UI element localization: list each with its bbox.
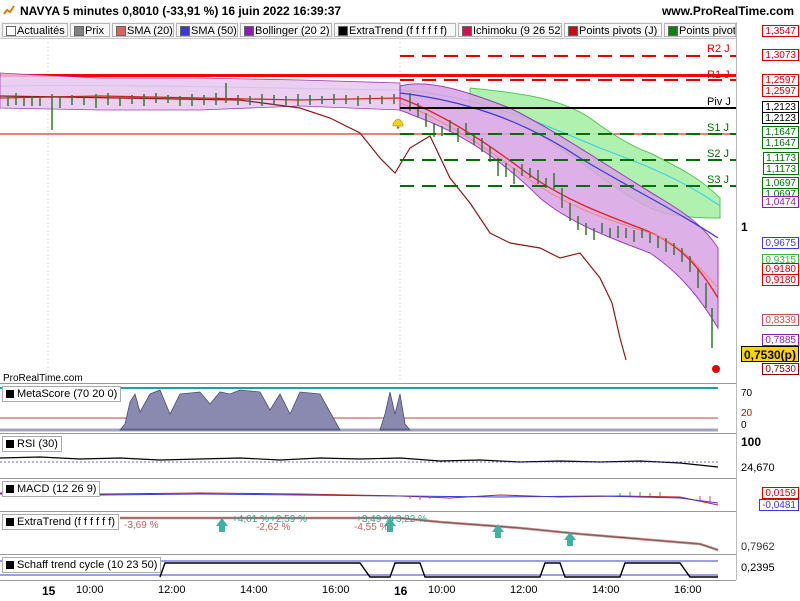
pivot-label-s1: S1 J xyxy=(707,122,729,134)
pane-title: MetaScore (70 20 0) xyxy=(2,386,122,402)
metascore-value-0: 0 xyxy=(741,420,747,431)
rsi-value: 24,670 xyxy=(741,462,775,474)
color-swatch xyxy=(116,26,126,36)
x-tick: 12:00 xyxy=(510,584,538,596)
macd-value: 0,0159 xyxy=(762,487,799,499)
current-price-dot xyxy=(712,365,720,373)
news-icon xyxy=(6,26,16,36)
schaff-value: 0,2395 xyxy=(741,562,775,574)
color-swatch xyxy=(244,26,254,36)
x-tick: 16 xyxy=(394,584,408,598)
price-label: 1,3073 xyxy=(762,49,799,61)
price-label: 0,7885 xyxy=(762,334,799,346)
pivot-label-r2: R2 J xyxy=(707,43,730,55)
price-axis[interactable]: 1,3547 1,3073 1,2597 1,2597 1,2123 1,212… xyxy=(736,22,800,580)
price-label: 1 xyxy=(741,220,748,234)
color-swatch xyxy=(338,26,348,36)
x-tick: 14:00 xyxy=(240,584,268,596)
alert-bell-icon[interactable] xyxy=(392,118,404,129)
extratrend-pane[interactable]: -3,69 % +4,01 % +2,59 % -2,62 % +3,49 % … xyxy=(0,511,736,555)
legend-pivots[interactable]: Points pivot xyxy=(664,23,736,37)
legend-sma20[interactable]: SMA (20) xyxy=(112,23,174,37)
pivot-label-s3: S3 J xyxy=(707,174,729,186)
x-tick: 16:00 xyxy=(674,584,702,596)
pane-title: Schaff trend cycle (10 23 50) xyxy=(2,557,162,573)
legend-bollinger[interactable]: Bollinger (20 2) xyxy=(240,23,332,37)
indicator-legend: Actualités Prix SMA (20) SMA (50) Bollin… xyxy=(0,22,800,39)
x-tick: 14:00 xyxy=(592,584,620,596)
legend-actualites[interactable]: Actualités xyxy=(2,23,68,37)
macd-pane[interactable]: MACD (12 26 9) xyxy=(0,478,736,512)
svg-text:-2,62 %: -2,62 % xyxy=(256,522,291,533)
svg-text:+3,22 %: +3,22 % xyxy=(390,514,427,525)
price-label: 1,3547 xyxy=(762,25,799,37)
pane-title: RSI (30) xyxy=(2,436,62,452)
x-tick: 16:00 xyxy=(322,584,350,596)
legend-prix[interactable]: Prix xyxy=(70,23,110,37)
price-label: 1,2123 xyxy=(762,112,799,124)
price-label: 0,8339 xyxy=(762,314,799,326)
svg-text:-4,55 %: -4,55 % xyxy=(354,522,389,533)
color-swatch xyxy=(462,26,472,36)
x-tick: 10:00 xyxy=(428,584,456,596)
legend-pivots-j[interactable]: Points pivots (J) xyxy=(564,23,662,37)
legend-ichimoku[interactable]: Ichimoku (9 26 52) xyxy=(458,23,562,37)
price-label: 0,9675 xyxy=(762,237,799,249)
price-label: 0,7530 xyxy=(762,363,799,375)
current-price-label: 0,7530(p) xyxy=(740,346,799,362)
rsi-pane[interactable]: RSI (30) xyxy=(0,433,736,479)
color-swatch xyxy=(74,26,84,36)
metascore-value-70: 70 xyxy=(741,388,753,399)
color-swatch xyxy=(568,26,578,36)
price-label: 1,2597 xyxy=(762,85,799,97)
app-logo-icon xyxy=(3,4,15,16)
extratrend-value: 0,7962 xyxy=(741,541,775,553)
legend-extratrend[interactable]: ExtraTrend (f f f f f f) xyxy=(334,23,456,37)
schaff-pane[interactable]: Schaff trend cycle (10 23 50) xyxy=(0,554,736,581)
legend-sma50[interactable]: SMA (50) xyxy=(176,23,238,37)
pivot-label-piv: Piv J xyxy=(707,96,731,108)
pivot-label-s2: S2 J xyxy=(707,148,729,160)
macd-signal-value: -0,0481 xyxy=(759,499,799,511)
price-label: 1,0474 xyxy=(762,196,799,208)
chart-title: NAVYA 5 minutes 0,8010 (-33,91 %) 16 jui… xyxy=(20,4,342,18)
resistance-line xyxy=(0,74,736,77)
metascore-pane[interactable]: MetaScore (70 20 0) xyxy=(0,383,736,434)
rsi-value-100: 100 xyxy=(741,435,762,449)
price-label: 1,1173 xyxy=(763,163,799,175)
price-label: 1,1647 xyxy=(762,137,799,149)
metascore-value-20: 20 xyxy=(741,408,753,419)
pane-title: MACD (12 26 9) xyxy=(2,481,101,497)
site-label: www.ProRealTime.com xyxy=(661,4,794,18)
pivot-label-r1: R1 J xyxy=(707,69,730,81)
price-chart[interactable]: R2 J R1 J Piv J S1 J S2 J S3 J xyxy=(0,38,736,380)
title-bar: NAVYA 5 minutes 0,8010 (-33,91 %) 16 jui… xyxy=(0,0,800,23)
x-tick: 10:00 xyxy=(76,584,104,596)
x-tick: 15 xyxy=(42,584,56,598)
x-tick: 12:00 xyxy=(158,584,186,596)
color-swatch xyxy=(180,26,190,36)
price-label: 0,9180 xyxy=(762,274,799,286)
pane-title: ExtraTrend (f f f f f f) xyxy=(2,514,120,530)
time-axis[interactable]: 15 10:00 12:00 14:00 16:00 16 10:00 12:0… xyxy=(0,580,736,601)
color-swatch xyxy=(668,26,678,36)
svg-text:-3,69 %: -3,69 % xyxy=(124,520,159,531)
